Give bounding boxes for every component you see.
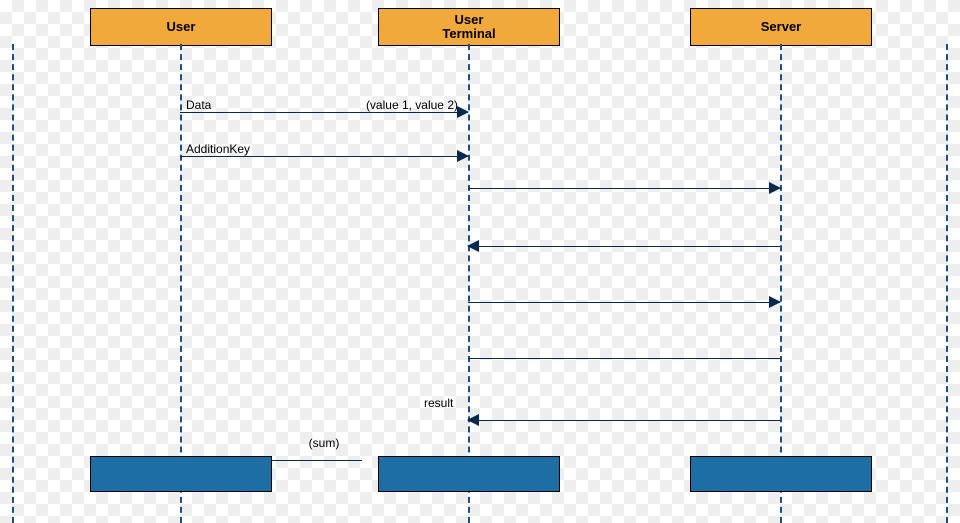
- msg-data: Data (value 1, value 2): [180, 112, 468, 113]
- lifeline-server: [780, 44, 782, 523]
- participant-user: User: [90, 8, 272, 46]
- arrow-right-icon: [457, 150, 469, 162]
- activation-terminal: [378, 456, 560, 492]
- arrow-right-icon: [769, 296, 781, 308]
- msg-result: result: [468, 420, 780, 421]
- msg-additionkey: AdditionKey: [180, 156, 468, 157]
- msg-sum: (sum): [180, 452, 468, 453]
- activation-user: [90, 456, 272, 492]
- participant-terminal-label: User Terminal: [442, 13, 495, 42]
- msg-additionkey-label: AdditionKey: [186, 142, 250, 156]
- participant-server: Server: [690, 8, 872, 46]
- msg-terminal-to-server-1: [468, 188, 780, 189]
- participant-terminal: User Terminal: [378, 8, 560, 46]
- activation-server: [690, 456, 872, 492]
- msg-server-to-terminal-1: [468, 246, 780, 247]
- arrow-right-icon: [769, 182, 781, 194]
- lifeline-extra-left: [12, 44, 14, 523]
- msg-server-to-terminal-2: [468, 358, 780, 359]
- msg-result-label: result: [424, 396, 453, 410]
- participant-server-label: Server: [761, 20, 801, 34]
- msg-data-label-left: Data: [186, 98, 211, 112]
- msg-sum-label: (sum): [309, 436, 340, 450]
- participant-user-label: User: [167, 20, 196, 34]
- arrow-right-icon: [457, 106, 469, 118]
- arrow-left-icon: [467, 414, 479, 426]
- msg-terminal-to-server-2: [468, 302, 780, 303]
- lifeline-extra-right: [946, 44, 948, 523]
- msg-data-label-right: (value 1, value 2): [366, 98, 458, 112]
- arrow-left-icon: [467, 240, 479, 252]
